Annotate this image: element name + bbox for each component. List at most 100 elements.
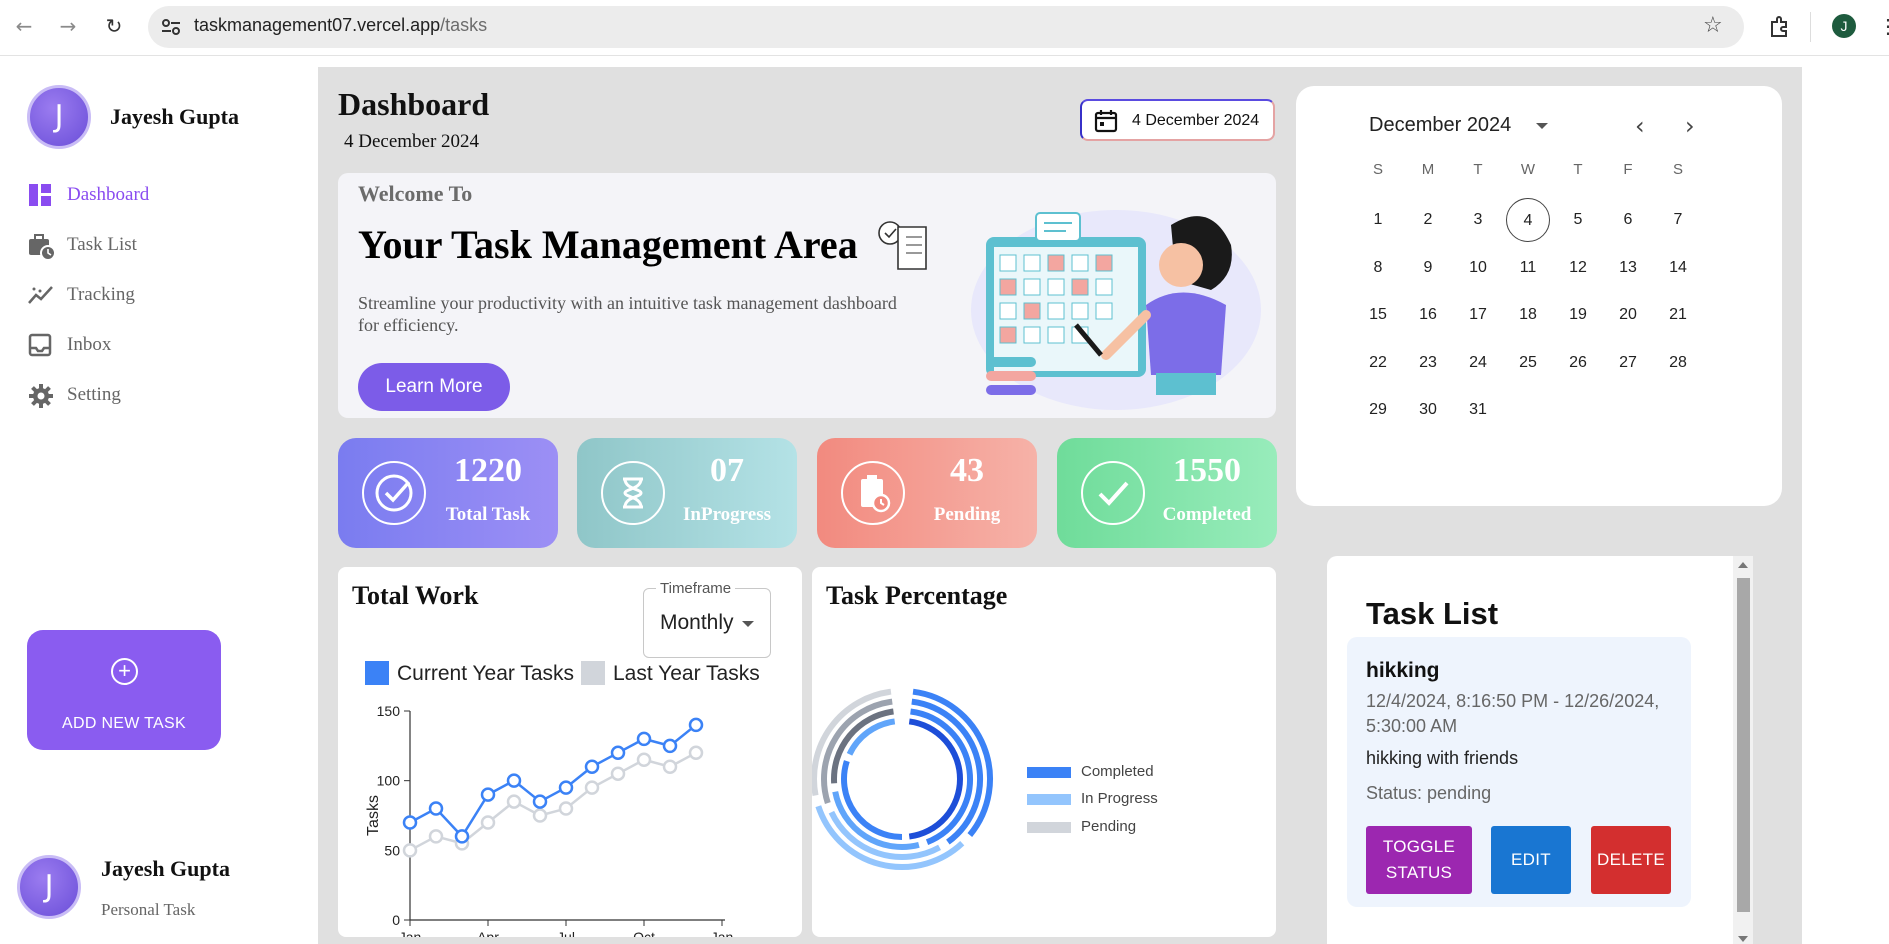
calendar-day[interactable]: 18 <box>1506 293 1550 337</box>
sidebar-item-tracking[interactable]: Tracking <box>28 280 288 310</box>
calendar-day[interactable]: 29 <box>1356 388 1400 432</box>
calendar-day[interactable]: 28 <box>1656 341 1700 385</box>
edit-button[interactable]: EDIT <box>1491 826 1571 894</box>
total-work-line-chart: 0 50 100 150 Jan Apr Jul Oct Jan Tasks <box>365 703 733 937</box>
timeframe-select[interactable]: Timeframe Monthly <box>643 580 771 658</box>
y-tick-label: 0 <box>392 912 400 928</box>
calendar-day[interactable]: 25 <box>1506 341 1550 385</box>
welcome-title: Your Task Management Area <box>358 222 858 267</box>
sidebar-item-task-list[interactable]: Task List <box>28 230 288 261</box>
learn-more-button[interactable]: Learn More <box>358 363 510 411</box>
star-icon[interactable]: ☆ <box>1703 13 1723 38</box>
calendar-day[interactable]: 31 <box>1456 388 1500 432</box>
legend-in-progress[interactable]: In Progress <box>1027 790 1227 810</box>
calendar-day[interactable]: 22 <box>1356 341 1400 385</box>
calendar-day[interactable]: 1 <box>1356 198 1400 242</box>
calendar-day[interactable]: 12 <box>1556 246 1600 290</box>
calendar-day[interactable]: 21 <box>1656 293 1700 337</box>
calendar-day[interactable]: 5 <box>1556 198 1600 242</box>
data-point <box>636 752 652 768</box>
total-work-card: Total Work Timeframe Monthly Current Yea… <box>338 567 802 937</box>
calendar-day[interactable]: 2 <box>1406 198 1450 242</box>
y-tick-label: 150 <box>377 703 401 719</box>
avatar[interactable]: J <box>27 85 91 149</box>
sidebar-item-label: Task List <box>67 234 137 255</box>
reload-icon[interactable]: ↻ <box>102 14 126 38</box>
chevron-down-icon[interactable] <box>1536 123 1548 129</box>
task-list-scrollbar[interactable] <box>1733 556 1753 944</box>
trending-icon <box>28 286 53 304</box>
calendar-day[interactable]: 15 <box>1356 293 1400 337</box>
profile-avatar[interactable]: J <box>1832 14 1856 38</box>
weekday-label: T <box>1473 161 1483 178</box>
scroll-down-icon[interactable] <box>1738 936 1748 942</box>
calendar-day[interactable]: 3 <box>1456 198 1500 242</box>
gear-icon <box>29 384 53 408</box>
check-circle-icon <box>362 461 426 525</box>
data-point <box>428 829 444 844</box>
calendar-day[interactable]: 17 <box>1456 293 1500 337</box>
calendar: December 2024 ‹ › S M T W T F S 1 2 3 4 5 6 7 8 9 10 11 12… <box>1296 86 1782 506</box>
calendar-day[interactable]: 19 <box>1556 293 1600 337</box>
calendar-day[interactable]: 13 <box>1606 246 1650 290</box>
total-work-title: Total Work <box>352 581 479 610</box>
data-point <box>506 773 522 788</box>
toggle-status-button[interactable]: TOGGLE STATUS <box>1366 826 1472 894</box>
legend-completed[interactable]: Completed <box>1027 763 1227 783</box>
site-settings-icon[interactable] <box>160 16 182 38</box>
previous-month-icon[interactable]: ‹ <box>1635 112 1645 140</box>
scroll-thumb[interactable] <box>1737 578 1750 912</box>
calendar-day[interactable]: 11 <box>1506 246 1550 290</box>
calendar-day[interactable]: 27 <box>1606 341 1650 385</box>
data-point <box>636 731 652 747</box>
url-text[interactable]: taskmanagement07.vercel.app/tasks <box>194 15 487 36</box>
scroll-up-icon[interactable] <box>1738 562 1748 568</box>
delete-button[interactable]: DELETE <box>1591 826 1671 894</box>
calendar-day[interactable]: 16 <box>1406 293 1450 337</box>
calendar-day[interactable]: 7 <box>1656 198 1700 242</box>
footer-avatar[interactable]: J <box>17 855 81 919</box>
data-point <box>558 780 574 795</box>
calendar-day[interactable]: 24 <box>1456 341 1500 385</box>
calendar-day[interactable]: 10 <box>1456 246 1500 290</box>
toolbar-divider <box>1810 12 1811 42</box>
legend-swatch <box>365 661 389 685</box>
x-tick-label: Apr <box>477 929 499 937</box>
calendar-day-today[interactable]: 4 <box>1506 198 1550 242</box>
calendar-day[interactable]: 6 <box>1606 198 1650 242</box>
legend-pending[interactable]: Pending <box>1027 818 1227 838</box>
calendar-day[interactable]: 30 <box>1406 388 1450 432</box>
calendar-day[interactable]: 8 <box>1356 246 1400 290</box>
stat-card-pending: 43 Pending <box>817 438 1037 548</box>
data-point <box>480 787 496 802</box>
calendar-day[interactable]: 23 <box>1406 341 1450 385</box>
weekday-label: W <box>1520 161 1536 178</box>
x-tick-label: Jan <box>399 929 422 937</box>
legend-label: In Progress <box>1081 790 1158 807</box>
extensions-icon[interactable] <box>1768 14 1792 38</box>
forward-icon[interactable]: → <box>56 14 80 38</box>
calendar-month-label[interactable]: December 2024 <box>1369 114 1511 137</box>
calendar-day[interactable]: 26 <box>1556 341 1600 385</box>
menu-icon[interactable]: ⋮ <box>1878 14 1889 39</box>
legend-swatch <box>1027 767 1071 778</box>
data-point <box>662 738 678 754</box>
sidebar-item-inbox[interactable]: Inbox <box>28 330 288 360</box>
task-list-panel: Task List hikking 12/4/2024, 8:16:50 PM … <box>1327 556 1753 944</box>
calendar-day[interactable]: 14 <box>1656 246 1700 290</box>
date-picker-button[interactable]: 4 December 2024 <box>1080 99 1275 141</box>
legend-label: Current Year Tasks <box>397 662 575 685</box>
sidebar-item-setting[interactable]: Setting <box>28 380 288 410</box>
calendar-day[interactable]: 20 <box>1606 293 1650 337</box>
stat-value: 07 <box>710 452 744 489</box>
hourglass-icon <box>601 461 665 525</box>
next-month-icon[interactable]: › <box>1685 112 1695 140</box>
legend-swatch <box>1027 822 1071 833</box>
dashboard-icon <box>29 184 51 206</box>
add-new-task-button[interactable]: + ADD NEW TASK <box>27 630 221 750</box>
calendar-day[interactable]: 9 <box>1406 246 1450 290</box>
stat-card-inprogress: 07 InProgress <box>577 438 797 548</box>
add-new-task-label: ADD NEW TASK <box>62 715 186 732</box>
sidebar-item-dashboard[interactable]: Dashboard <box>28 180 288 210</box>
back-icon[interactable]: ← <box>12 14 36 38</box>
